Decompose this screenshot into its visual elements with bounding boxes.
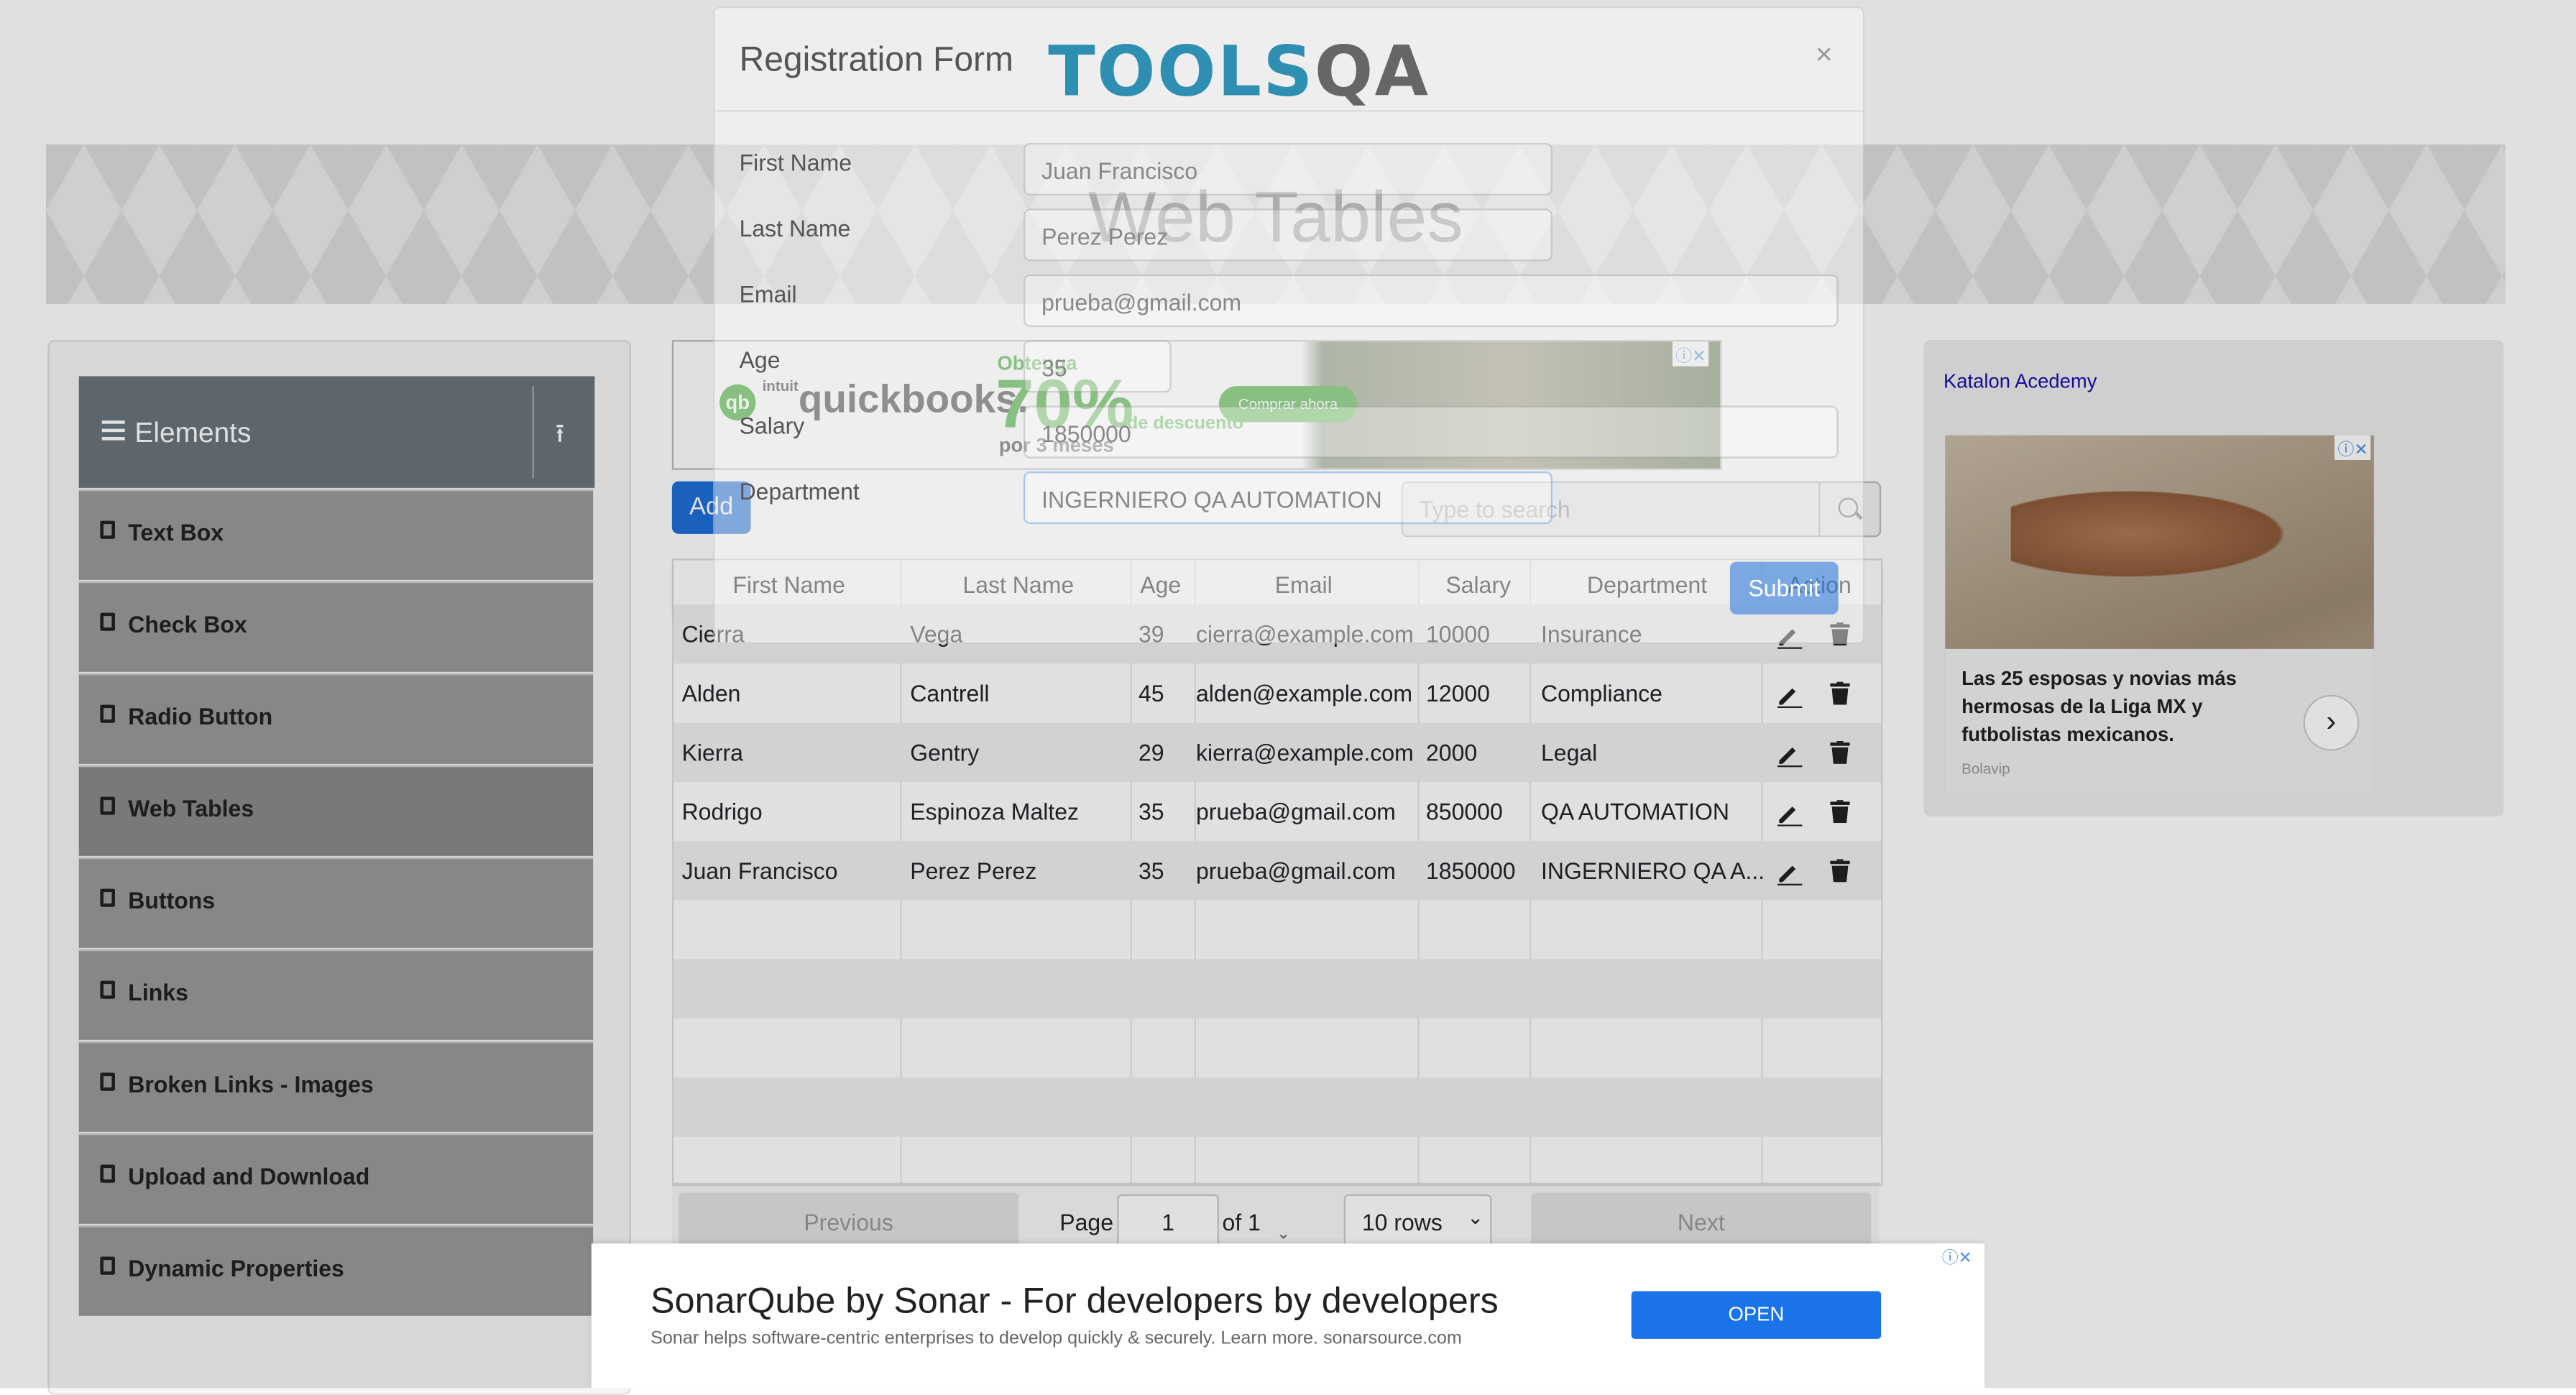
logo-text-tools: TOOLS [1048, 31, 1315, 112]
department-value: INGERNIERO QA AUTOMATION [1041, 486, 1382, 513]
ad-description: Sonar helps software-centric enterprises… [650, 1329, 1462, 1349]
page-root: Web Tables Elements ⭱ Text Box Check Box… [0, 0, 2576, 1395]
salary-field[interactable]: 1850000 [1023, 405, 1839, 459]
email-label: Email [739, 280, 797, 308]
registration-modal: Registration Form TOOLSQA × First Name J… [712, 6, 1865, 644]
logo-text-qa: QA [1314, 31, 1430, 112]
ad-open-button[interactable]: OPEN [1631, 1291, 1882, 1339]
department-field[interactable]: INGERNIERO QA AUTOMATION [1023, 471, 1552, 525]
sonarqube-ad[interactable]: SonarQube by Sonar - For developers by d… [591, 1243, 1985, 1389]
age-field[interactable]: 35 [1023, 340, 1172, 393]
ad-headline: SonarQube by Sonar - For developers by d… [650, 1279, 1499, 1321]
close-icon[interactable]: × [1816, 38, 1833, 73]
email-value: prueba@gmail.com [1041, 289, 1242, 316]
submit-button[interactable]: Submit [1729, 561, 1839, 614]
toolsqa-logo: TOOLSQA [1048, 31, 1430, 111]
salary-label: Salary [739, 412, 805, 439]
first-name-field[interactable]: Juan Francisco [1023, 142, 1552, 195]
salary-value: 1850000 [1041, 420, 1131, 447]
last-name-label: Last Name [739, 215, 851, 241]
last-name-field[interactable]: Perez Perez [1023, 208, 1552, 262]
age-value: 35 [1041, 354, 1067, 382]
first-name-value: Juan Francisco [1041, 157, 1198, 184]
department-label: Department [739, 478, 860, 505]
first-name-label: First Name [739, 149, 852, 176]
email-field[interactable]: prueba@gmail.com [1023, 274, 1839, 327]
modal-title: Registration Form [739, 41, 1014, 79]
ad-choices-icon[interactable]: ⓘ✕ [1938, 1243, 1976, 1269]
age-label: Age [739, 346, 781, 373]
last-name-value: Perez Perez [1041, 223, 1169, 250]
